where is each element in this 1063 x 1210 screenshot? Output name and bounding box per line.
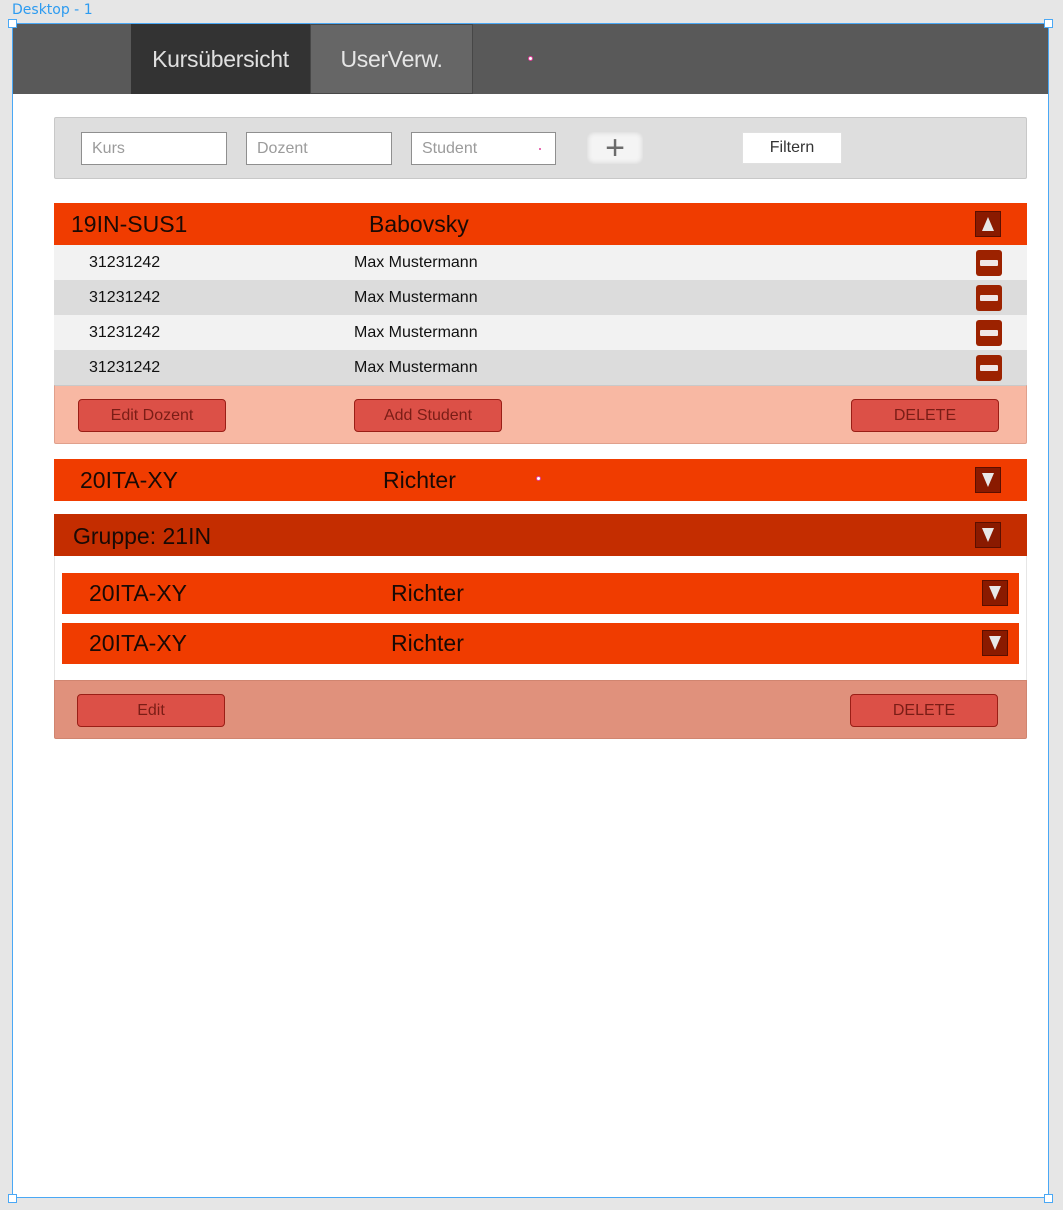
student-id: 31231242 [89,358,161,376]
remove-student-button[interactable] [976,249,1002,276]
student-id: 31231242 [89,323,161,341]
top-nav: Kursübersicht UserVerw. [13,24,1048,94]
course-panel-collapsed: 20ITA-XY Richter [54,459,1027,501]
edit-group-button[interactable]: Edit [77,694,225,727]
expand-button[interactable] [982,630,1008,656]
anchor-marker [528,56,533,61]
table-row: 31231242 Max Mustermann [54,350,1027,385]
student-input[interactable] [411,132,556,165]
triangle-down-icon [982,473,994,487]
course-code: 19IN-SUS1 [71,210,188,237]
student-id: 31231242 [89,253,161,271]
triangle-up-icon [982,217,994,231]
expand-button[interactable] [975,522,1001,548]
student-name: Max Mustermann [354,358,478,376]
course-actions: Edit Dozent Add Student DELETE [54,385,1027,444]
course-code: 20ITA-XY [89,630,187,656]
group-title: Gruppe: 21IN [73,523,212,549]
remove-student-button[interactable] [976,319,1002,346]
kurs-input[interactable] [81,132,227,165]
resize-handle[interactable] [8,19,17,28]
table-row: 31231242 Max Mustermann [54,315,1027,350]
course-header[interactable]: 20ITA-XY Richter [54,459,1027,501]
triangle-down-icon [982,528,994,542]
expand-button[interactable] [982,580,1008,606]
add-student-button[interactable]: Add Student [354,399,502,432]
artboard-label: Desktop - 1 [12,2,93,18]
group-panel: Gruppe: 21IN 20ITA-XY Richter 20ITA-XY R [54,514,1027,739]
student-name: Max Mustermann [354,253,478,271]
course-dozent: Richter [391,580,464,606]
collapse-button[interactable] [975,211,1001,237]
course-dozent: Babovsky [369,210,469,237]
edit-dozent-button[interactable]: Edit Dozent [78,399,226,432]
tab-kursuebersicht[interactable]: Kursübersicht [131,24,310,94]
filter-bar: + Filtern [54,117,1027,179]
group-course-list: 20ITA-XY Richter 20ITA-XY Richter [54,556,1027,680]
course-dozent: Richter [383,466,456,493]
table-row: 31231242 Max Mustermann [54,280,1027,315]
course-code: 20ITA-XY [80,466,178,493]
remove-student-button[interactable] [976,284,1002,311]
delete-course-button[interactable]: DELETE [851,399,999,432]
student-name: Max Mustermann [354,323,478,341]
course-code: 20ITA-XY [89,580,187,606]
group-actions: Edit DELETE [54,680,1027,739]
cursor-dot [539,148,541,150]
plus-icon: + [605,129,625,167]
student-id: 31231242 [89,288,161,306]
course-panel-expanded: 19IN-SUS1 Babovsky 31231242 Max Musterma… [54,203,1027,444]
delete-group-button[interactable]: DELETE [850,694,998,727]
tab-userverw[interactable]: UserVerw. [310,24,473,94]
minus-icon [980,294,998,301]
student-name: Max Mustermann [354,288,478,306]
filter-button[interactable]: Filtern [742,132,842,164]
dozent-input[interactable] [246,132,392,165]
resize-handle[interactable] [8,1194,17,1203]
course-header[interactable]: 19IN-SUS1 Babovsky [54,203,1027,245]
expand-button[interactable] [975,467,1001,493]
group-course-header[interactable]: 20ITA-XY Richter [62,573,1019,614]
remove-student-button[interactable] [976,354,1002,381]
minus-icon [980,329,998,336]
group-course-header[interactable]: 20ITA-XY Richter [62,623,1019,664]
add-button[interactable]: + [587,129,643,167]
anchor-marker [536,476,541,481]
minus-icon [980,259,998,266]
desktop-artboard: Kursübersicht UserVerw. + Filtern 19IN-S… [12,23,1049,1198]
minus-icon [980,364,998,371]
triangle-down-icon [989,636,1001,650]
triangle-down-icon [989,586,1001,600]
resize-handle[interactable] [1044,1194,1053,1203]
resize-handle[interactable] [1044,19,1053,28]
course-dozent: Richter [391,630,464,656]
table-row: 31231242 Max Mustermann [54,245,1027,280]
group-header[interactable]: Gruppe: 21IN [54,514,1027,556]
